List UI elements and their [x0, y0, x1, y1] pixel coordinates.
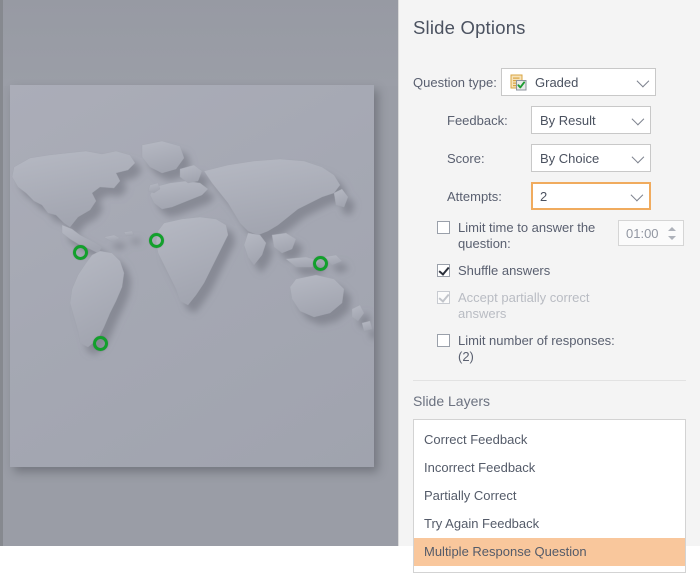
- chevron-down-icon: [636, 74, 650, 88]
- feedback-dropdown[interactable]: By Result: [531, 106, 651, 134]
- slide-layers-section: Slide Layers Correct Feedback Incorrect …: [399, 365, 700, 587]
- stepper-arrows[interactable]: [668, 221, 678, 245]
- attempts-value: 2: [540, 188, 548, 204]
- chevron-down-icon: [630, 188, 644, 202]
- panel-title: Slide Options: [413, 17, 526, 38]
- chevron-down-icon: [631, 112, 645, 126]
- attempts-dropdown[interactable]: 2: [531, 182, 651, 210]
- time-limit-stepper[interactable]: 01:00: [618, 220, 684, 246]
- question-type-dropdown[interactable]: Graded: [501, 68, 656, 96]
- limit-responses-checkbox[interactable]: [437, 334, 450, 347]
- map-marker-east-asia[interactable]: [313, 256, 328, 271]
- map-marker-europe[interactable]: [149, 233, 164, 248]
- accept-partial-label: Accept partially correct answers: [458, 290, 590, 321]
- chevron-down-icon: [631, 150, 645, 164]
- slide-stage[interactable]: [0, 0, 398, 546]
- question-type-label: Question type:: [413, 74, 497, 90]
- attempts-row: Attempts: 2: [413, 182, 686, 210]
- score-label: Score:: [447, 150, 485, 166]
- feedback-row: Feedback: By Result: [413, 106, 686, 134]
- limit-time-row: Limit time to answer the question: 01:00: [413, 220, 686, 252]
- world-map-image: [10, 85, 374, 467]
- options-section: Question type: Graded Feedback: By Resul…: [399, 54, 700, 365]
- score-dropdown[interactable]: By Choice: [531, 144, 651, 172]
- slide-options-panel: Slide Options Question type: Graded Feed…: [398, 0, 700, 573]
- question-type-value: Graded: [535, 74, 579, 90]
- attempts-label: Attempts:: [447, 188, 502, 204]
- map-marker-north-america[interactable]: [73, 245, 88, 260]
- list-item[interactable]: Try Again Feedback: [414, 510, 685, 538]
- score-value: By Choice: [540, 150, 600, 166]
- shuffle-answers-checkbox[interactable]: [437, 264, 450, 277]
- stepper-down-icon[interactable]: [668, 235, 676, 240]
- feedback-label: Feedback:: [447, 112, 508, 128]
- list-item-selected[interactable]: Multiple Response Question: [414, 538, 685, 566]
- graded-question-icon: [510, 74, 527, 91]
- time-limit-value: 01:00: [626, 225, 659, 241]
- map-marker-south-america[interactable]: [93, 336, 108, 351]
- slide-layers-list: Correct Feedback Incorrect Feedback Part…: [413, 419, 686, 573]
- stepper-up-icon[interactable]: [668, 226, 676, 231]
- limit-time-label: Limit time to answer the question:: [458, 220, 596, 251]
- application-window: Slide Options Question type: Graded Feed…: [0, 0, 700, 573]
- feedback-value: By Result: [540, 112, 596, 128]
- limit-time-checkbox[interactable]: [437, 221, 450, 234]
- list-item[interactable]: Correct Feedback: [414, 426, 685, 454]
- stage-top-area: [3, 0, 398, 86]
- shuffle-answers-label: Shuffle answers: [458, 263, 551, 278]
- list-item[interactable]: Partially Correct: [414, 482, 685, 510]
- slide-layers-title: Slide Layers: [413, 393, 491, 409]
- shuffle-answers-row: Shuffle answers: [413, 263, 686, 279]
- list-item[interactable]: Incorrect Feedback: [414, 454, 685, 482]
- score-row: Score: By Choice: [413, 144, 686, 172]
- limit-responses-label: Limit number of responses: (2): [458, 333, 615, 364]
- question-type-row: Question type: Graded: [413, 68, 686, 96]
- limit-responses-row: Limit number of responses: (2): [413, 333, 686, 365]
- accept-partial-checkbox: [437, 291, 450, 304]
- accept-partial-row: Accept partially correct answers: [413, 290, 686, 322]
- slide-canvas[interactable]: [10, 85, 374, 467]
